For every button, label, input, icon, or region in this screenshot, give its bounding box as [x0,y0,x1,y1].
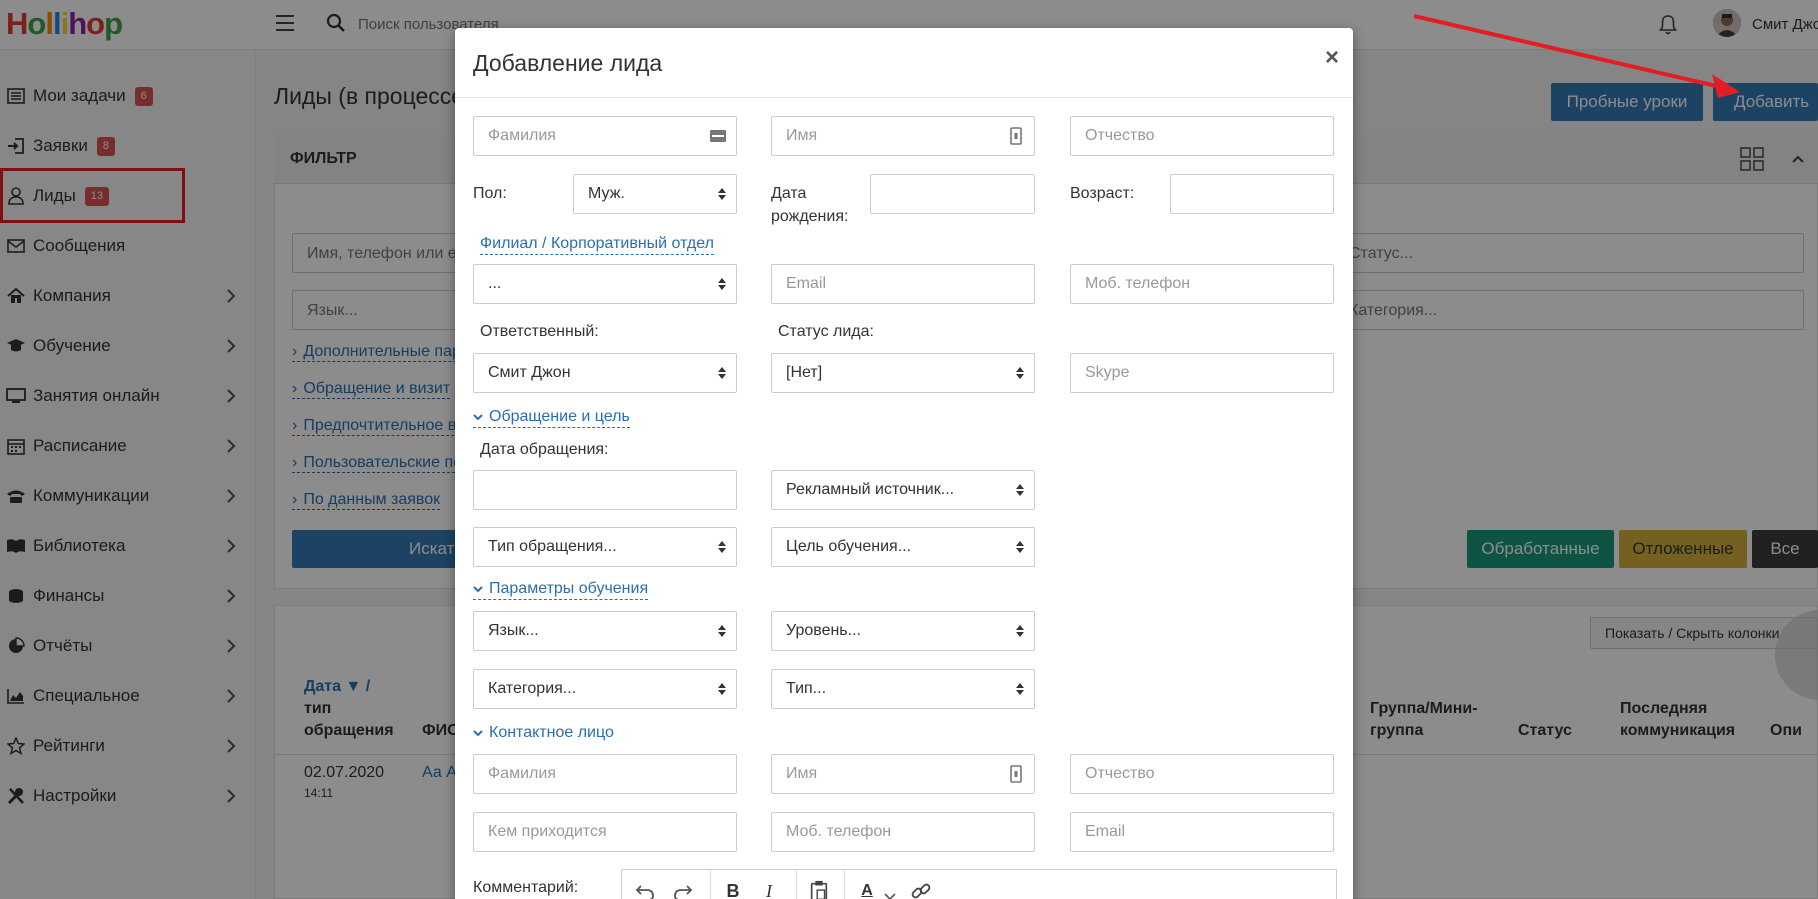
category-value: Категория... [488,680,577,697]
redo-icon[interactable] [672,880,694,899]
lead-status-label: Статус лида: [778,323,874,340]
study-goal-value: Цель обучения... [786,538,912,555]
section-appeal-label: Обращение и цель [489,408,630,425]
age-label: Возраст: [1070,185,1135,202]
first-name-placeholder: Имя [786,127,818,144]
birth-date-label-line1: Дата [771,185,807,202]
contact-email-input[interactable]: Email [1070,812,1334,852]
toolbar-separator [710,870,711,899]
contact-last-name-input[interactable]: Фамилия [473,754,737,794]
gender-label: Пол: [473,185,507,202]
last-name-input[interactable]: Фамилия [473,116,737,156]
chevron-down-icon[interactable] [884,886,896,899]
select-arrows-icon [1016,683,1024,695]
level-value: Уровень... [786,622,861,639]
italic-icon[interactable]: I [758,880,780,899]
responsible-label: Ответственный: [480,323,599,340]
birth-date-label: Дата рождения: [771,182,848,228]
id-card-icon [710,130,726,142]
select-arrows-icon [718,188,726,200]
age-input[interactable] [1170,174,1334,214]
section-contact-toggle[interactable]: Контактное лицо [473,723,614,743]
modal-header: Добавление лида × [455,28,1353,98]
first-name-input[interactable]: Имя [771,116,1035,156]
modal-title: Добавление лида [473,50,663,76]
contact-card-icon [1010,127,1022,145]
contact-first-name-input[interactable]: Имя [771,754,1035,794]
branch-link[interactable]: Филиал / Корпоративный отдел [480,234,714,255]
last-name-placeholder: Фамилия [488,127,556,144]
level-select[interactable]: Уровень... [771,611,1035,651]
lead-status-select[interactable]: [Нет] [771,353,1035,393]
select-arrows-icon [718,278,726,290]
appeal-type-value: Тип обращения... [488,538,617,555]
birth-date-input[interactable] [870,174,1035,214]
type-value: Тип... [786,680,827,697]
text-color-icon[interactable]: A [856,880,878,899]
chevron-down-icon [473,414,483,421]
undo-icon[interactable] [634,880,656,899]
toolbar-separator [796,870,797,899]
select-arrows-icon [718,625,726,637]
responsible-select[interactable]: Смит Джон [473,353,737,393]
paste-icon[interactable] [808,880,830,899]
appeal-date-input[interactable] [473,470,737,510]
category-select[interactable]: Категория... [473,669,737,709]
toolbar-separator [844,870,845,899]
select-arrows-icon [1016,367,1024,379]
ad-source-value: Рекламный источник... [786,481,955,498]
gender-value: Муж. [588,185,625,202]
contact-middle-name-input[interactable]: Отчество [1070,754,1334,794]
contact-first-name-placeholder: Имя [786,765,818,782]
lead-status-value: [Нет] [786,364,823,381]
ad-source-select[interactable]: Рекламный источник... [771,470,1035,510]
language-value: Язык... [488,622,539,639]
type-select[interactable]: Тип... [771,669,1035,709]
branch-value: ... [488,275,502,292]
select-arrows-icon [1016,541,1024,553]
section-params-label: Параметры обучения [489,580,649,597]
select-arrows-icon [718,541,726,553]
link-icon[interactable] [910,880,932,899]
close-icon[interactable]: × [1325,46,1339,70]
select-arrows-icon [718,683,726,695]
chevron-down-icon [473,586,483,593]
appeal-date-label: Дата обращения: [480,441,609,458]
section-appeal-toggle[interactable]: Обращение и цель [473,407,630,428]
email-input[interactable]: Email [771,264,1035,304]
section-contact-label: Контактное лицо [489,724,614,741]
contact-mobile-input[interactable]: Моб. телефон [771,812,1035,852]
appeal-type-select[interactable]: Тип обращения... [473,527,737,567]
chevron-down-icon [473,730,483,737]
skype-input[interactable]: Skype [1070,353,1334,393]
mobile-phone-input[interactable]: Моб. телефон [1070,264,1334,304]
contact-card-icon [1010,765,1022,783]
branch-select[interactable]: ... [473,264,737,304]
responsible-value: Смит Джон [488,364,571,381]
middle-name-input[interactable]: Отчество [1070,116,1334,156]
add-lead-modal: Добавление лида × Фамилия Имя Отчество П… [455,28,1353,899]
comment-editor-toolbar: B I A [621,869,1337,899]
select-arrows-icon [718,367,726,379]
section-params-toggle[interactable]: Параметры обучения [473,579,649,600]
language-select[interactable]: Язык... [473,611,737,651]
bold-icon[interactable]: B [722,880,744,899]
study-goal-select[interactable]: Цель обучения... [771,527,1035,567]
gender-select[interactable]: Муж. [573,174,737,214]
birth-date-label-line2: рождения: [771,208,849,225]
select-arrows-icon [1016,625,1024,637]
contact-relation-input[interactable]: Кем приходится [473,812,737,852]
comment-label: Комментарий: [473,879,579,896]
select-arrows-icon [1016,484,1024,496]
